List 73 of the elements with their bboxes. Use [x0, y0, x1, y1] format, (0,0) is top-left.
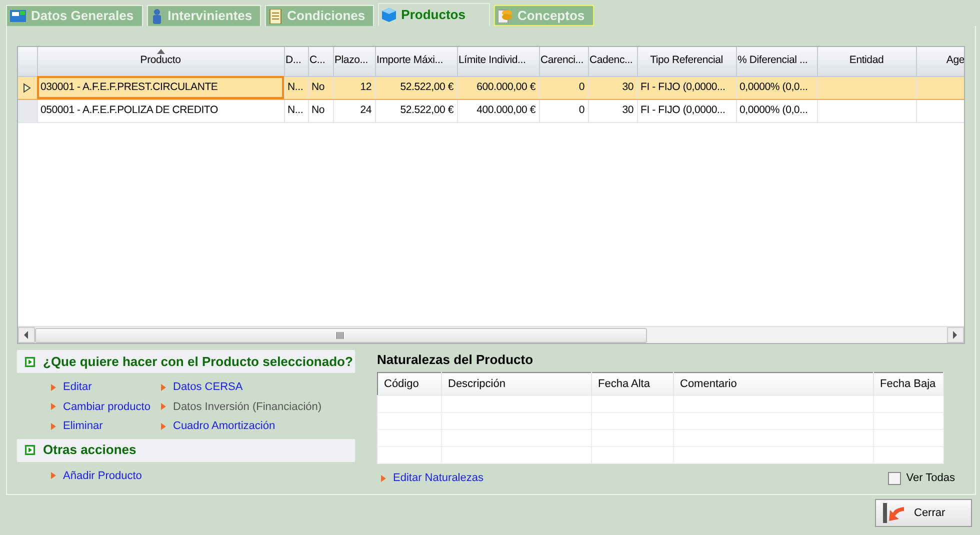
action-link[interactable]: Cuadro Amortización — [161, 418, 355, 434]
coins-icon — [498, 8, 512, 23]
table-cell: N... — [284, 76, 308, 99]
section-title: Otras acciones — [43, 441, 136, 460]
expand-icon[interactable] — [25, 356, 35, 366]
table-cell: N... — [284, 99, 308, 122]
column-header[interactable]: Tipo Referencial — [637, 47, 736, 76]
table-cell: 050001 - A.F.E.F.POLIZA DE CREDITO — [37, 99, 284, 122]
table-cell: 0 — [539, 99, 588, 122]
action-link[interactable]: Añadir Producto — [51, 468, 161, 484]
table-cell: No — [308, 99, 333, 122]
checkbox[interactable] — [888, 472, 901, 485]
card-icon — [10, 9, 26, 23]
bullet-icon — [51, 472, 56, 480]
column-header[interactable]: Age — [916, 47, 964, 76]
column-header[interactable]: Entidad — [817, 47, 916, 76]
bullet-icon — [161, 384, 166, 391]
column-header[interactable]: Fecha Baja — [874, 372, 944, 396]
row-header-corner — [18, 47, 37, 76]
column-header[interactable]: Plazo... — [333, 47, 375, 76]
table-cell: 0 — [539, 76, 588, 99]
bullet-icon — [161, 422, 166, 430]
column-header[interactable]: Descripción — [442, 372, 592, 396]
table-cell: FI - FIJO (0,0000... — [637, 76, 736, 99]
exit-arrow-icon — [882, 502, 906, 524]
column-header[interactable]: Límite Individ... — [457, 47, 539, 76]
column-header[interactable]: Fecha Alta — [592, 372, 674, 396]
section-title: ¿Que quiere hacer con el Producto seleccionado? — [43, 352, 353, 371]
column-header[interactable]: Importe Máxi... — [375, 47, 457, 76]
scroll-right-icon[interactable] — [953, 331, 958, 339]
tab[interactable]: Productos — [378, 3, 490, 26]
table-cell: 52.522,00 € — [375, 76, 457, 99]
column-header[interactable]: Código — [378, 372, 442, 396]
table-cell: 0,0000% (0,0... — [736, 76, 817, 99]
table-cell: FI - FIJO (0,0000... — [637, 99, 736, 122]
expand-icon[interactable] — [25, 445, 35, 455]
table-cell: 12 — [333, 76, 375, 99]
horizontal-scrollbar[interactable] — [18, 326, 964, 343]
bullet-icon — [161, 403, 166, 410]
column-header[interactable]: Cadenc... — [588, 47, 637, 76]
row-indicator[interactable] — [18, 76, 37, 99]
scroll-left-icon[interactable] — [24, 331, 29, 339]
column-header[interactable]: Comentario — [674, 372, 874, 396]
bullet-icon — [381, 474, 386, 482]
table-cell: 600.000,00 € — [457, 76, 539, 99]
action-link[interactable]: Eliminar — [51, 418, 161, 434]
checkbox-label: Ver Todas — [906, 471, 955, 486]
section-title: Naturalezas del Producto — [377, 351, 534, 366]
column-header[interactable]: Producto — [37, 47, 284, 76]
table-cell: No — [308, 76, 333, 99]
action-link[interactable]: Editar — [51, 379, 161, 396]
table-cell: 52.522,00 € — [375, 99, 457, 122]
table-cell: 030001 - A.F.E.F.PREST.CIRCULANTE — [37, 76, 284, 99]
table-cell: 400.000,00 € — [457, 99, 539, 122]
grip-icon — [336, 332, 346, 338]
table-cell: 24 — [333, 99, 375, 122]
action-link[interactable]: Cambiar producto — [51, 398, 161, 415]
table-cell: 30 — [588, 99, 637, 122]
table-cell: 0,0000% (0,0... — [736, 99, 817, 122]
bullet-icon — [51, 384, 56, 391]
bullet-icon — [51, 422, 56, 430]
action-link[interactable]: Datos CERSA — [161, 379, 355, 396]
close-button[interactable]: Cerrar — [875, 499, 972, 527]
person-icon — [150, 8, 163, 24]
document-icon — [269, 8, 282, 24]
action-link[interactable]: Editar Naturalezas — [381, 470, 484, 486]
column-header[interactable]: Carenci... — [539, 47, 588, 76]
column-header[interactable]: % Diferencial ... — [736, 47, 817, 76]
cube-icon — [382, 8, 396, 22]
table-cell: 30 — [588, 76, 637, 99]
column-header[interactable]: C... — [308, 47, 333, 76]
bullet-icon — [51, 403, 56, 410]
column-header[interactable]: D... — [284, 47, 308, 76]
